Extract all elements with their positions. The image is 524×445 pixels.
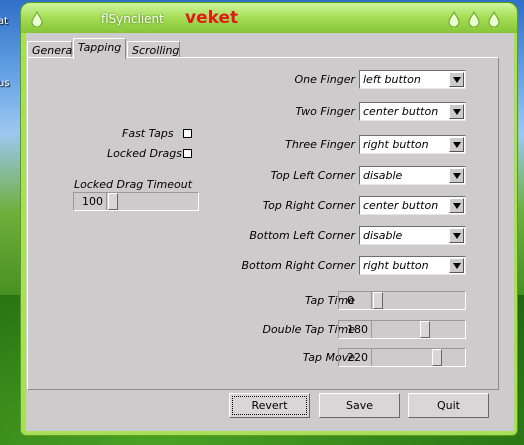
quit-button[interactable]: Quit xyxy=(408,393,489,418)
slider-knob[interactable] xyxy=(420,321,430,338)
locked-drag-timeout-slider[interactable]: 100 xyxy=(73,192,199,211)
double-tap-time-slider[interactable]: 180 xyxy=(338,320,466,339)
save-button[interactable]: Save xyxy=(319,393,400,418)
tap-move-slider[interactable]: 220 xyxy=(338,348,466,367)
desktop-icon-label-2[interactable]: us xyxy=(0,78,10,89)
tapping-panel: Fast Taps Locked Drags Locked Drag Timeo… xyxy=(27,57,499,390)
one-finger-select[interactable]: left button xyxy=(359,70,466,89)
slider-knob[interactable] xyxy=(373,292,383,309)
desktop-icon-label-1[interactable]: at xyxy=(0,16,8,27)
slider-track[interactable] xyxy=(108,193,198,210)
dropdown-arrow-icon[interactable] xyxy=(449,258,464,273)
slider-value: 0 xyxy=(339,292,372,309)
slider-knob[interactable] xyxy=(108,193,118,210)
dropdown-arrow-icon[interactable] xyxy=(449,198,464,213)
dropdown-arrow-icon[interactable] xyxy=(449,137,464,152)
two-finger-label: Two Finger xyxy=(295,105,355,118)
tab-scrolling[interactable]: Scrolling xyxy=(127,41,180,58)
dropdown-arrow-icon[interactable] xyxy=(449,228,464,243)
select-value: right button xyxy=(363,138,429,151)
select-value: right button xyxy=(363,259,429,272)
select-value: center button xyxy=(363,105,439,118)
top-right-corner-select[interactable]: center button xyxy=(359,196,466,215)
top-left-corner-label: Top Left Corner xyxy=(270,169,355,182)
bottom-left-corner-select[interactable]: disable xyxy=(359,226,466,245)
select-value: disable xyxy=(363,229,403,242)
slider-value: 100 xyxy=(74,193,107,210)
window-menu-icon[interactable] xyxy=(30,11,44,27)
bottom-left-corner-label: Bottom Left Corner xyxy=(249,229,355,242)
locked-drags-checkbox[interactable] xyxy=(183,149,192,158)
bottom-right-corner-label: Bottom Right Corner xyxy=(241,259,355,272)
select-value: left button xyxy=(363,73,421,86)
tab-general[interactable]: General xyxy=(27,41,76,58)
window-client-area: General Tapping Scrolling Fast Taps Lock… xyxy=(26,33,514,431)
slider-track[interactable] xyxy=(373,349,465,366)
dropdown-arrow-icon[interactable] xyxy=(449,72,464,87)
minimize-icon[interactable] xyxy=(447,11,461,27)
select-value: center button xyxy=(363,199,439,212)
locked-drags-label: Locked Drags xyxy=(107,147,182,160)
locked-drag-timeout-label: Locked Drag Timeout xyxy=(74,178,193,191)
select-value: disable xyxy=(363,169,403,182)
slider-track[interactable] xyxy=(373,321,465,338)
slider-value: 220 xyxy=(339,349,372,366)
three-finger-select[interactable]: right button xyxy=(359,135,466,154)
window-title: flSynclient xyxy=(101,12,164,26)
slider-knob[interactable] xyxy=(432,349,442,366)
window-brand: veket xyxy=(185,8,239,28)
tap-time-slider[interactable]: 0 xyxy=(338,291,466,310)
three-finger-label: Three Finger xyxy=(285,138,355,151)
flsynclient-window: flSynclient veket General Tapping Scroll… xyxy=(20,2,518,436)
close-icon[interactable] xyxy=(487,11,501,27)
two-finger-select[interactable]: center button xyxy=(359,102,466,121)
title-bar[interactable]: flSynclient veket xyxy=(21,3,517,33)
one-finger-label: One Finger xyxy=(294,73,355,86)
tab-label: General xyxy=(32,44,76,57)
fast-taps-label: Fast Taps xyxy=(122,127,174,140)
tab-label: Scrolling xyxy=(132,44,180,57)
maximize-icon[interactable] xyxy=(467,11,481,27)
fast-taps-checkbox[interactable] xyxy=(183,129,192,138)
bottom-right-corner-select[interactable]: right button xyxy=(359,256,466,275)
slider-value: 180 xyxy=(339,321,372,338)
tab-label: Tapping xyxy=(78,41,122,54)
tab-tapping[interactable]: Tapping xyxy=(73,38,126,59)
dropdown-arrow-icon[interactable] xyxy=(449,168,464,183)
top-right-corner-label: Top Right Corner xyxy=(262,199,355,212)
dropdown-arrow-icon[interactable] xyxy=(449,104,464,119)
revert-button[interactable]: Revert xyxy=(229,393,310,418)
slider-track[interactable] xyxy=(373,292,465,309)
top-left-corner-select[interactable]: disable xyxy=(359,166,466,185)
